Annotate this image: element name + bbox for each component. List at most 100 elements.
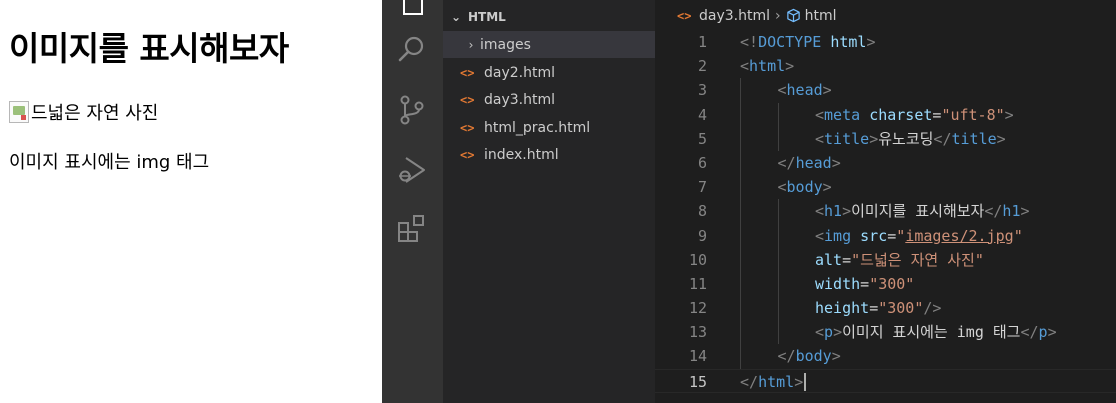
code-line[interactable]: 9 <img src="images/2.jpg"	[655, 223, 1116, 248]
code-line[interactable]: 4 <meta charset="uft-8">	[655, 102, 1116, 127]
code-line[interactable]: 8 <h1>이미지를 표시해보자</h1>	[655, 199, 1116, 224]
code-line[interactable]: 3 <head>	[655, 78, 1116, 103]
code-text: height="300"/>	[815, 296, 941, 320]
indent-guide	[777, 102, 779, 127]
tree-item-label: images	[480, 36, 531, 53]
broken-image-icon	[9, 101, 29, 123]
code-line[interactable]: 15 </html>	[655, 368, 1116, 394]
code-line[interactable]: 10 alt="드넓은 자연 사진"	[655, 247, 1116, 272]
line-number: 13	[688, 323, 707, 342]
code-token: <	[815, 129, 825, 148]
indent-guide	[740, 199, 741, 224]
code-text: </body>	[778, 344, 841, 368]
activity-bar	[382, 0, 443, 403]
code-line[interactable]: 1 <!DOCTYPE html>	[655, 30, 1116, 54]
code-line[interactable]: 5 <title>유노코딩</title>	[655, 126, 1116, 151]
chevron-right-icon: ›	[775, 7, 781, 24]
code-token: >	[833, 323, 843, 342]
indent-guide	[777, 296, 779, 321]
code-token: </	[1020, 323, 1039, 342]
code-line[interactable]: 2 <html>	[655, 54, 1116, 78]
code-token: DOCTYPE	[758, 33, 822, 51]
tree-item-label: day2.html	[484, 64, 555, 81]
tree-folder-images[interactable]: › images	[443, 31, 655, 58]
preview-heading: 이미지를 표시해보자	[9, 29, 289, 68]
indent-guide	[777, 320, 779, 345]
code-area[interactable]: 1 <!DOCTYPE html > 2 <html> 3 <head> 4 <meta cha…	[655, 30, 1116, 393]
tree-file-day3[interactable]: <> day3.html	[443, 86, 655, 113]
tree-file-day2[interactable]: <> day2.html	[443, 59, 655, 86]
broken-image: 드넓은 자연 사진	[9, 99, 158, 125]
code-token: 이미지 표시에는 img 태그	[842, 323, 1021, 342]
code-token: =	[842, 250, 852, 269]
preview-paragraph: 이미지 표시에는 img 태그	[9, 152, 210, 173]
indent-guide	[740, 320, 741, 345]
code-text: <html>	[740, 54, 794, 78]
indent-guide	[740, 175, 741, 200]
code-token: body	[795, 347, 832, 366]
line-number: 15	[688, 372, 707, 391]
code-line[interactable]: 6 </head>	[655, 150, 1116, 176]
browser-preview: 이미지를 표시해보자 드넓은 자연 사진 이미지 표시에는 img 태그	[0, 0, 382, 403]
code-token: </	[984, 202, 1003, 221]
line-number: 7	[697, 178, 707, 197]
code-token: >	[1004, 105, 1014, 124]
code-text: <head>	[778, 78, 832, 102]
code-token: "300"	[878, 299, 924, 318]
code-token: >	[831, 347, 841, 366]
code-line[interactable]: 7 <body>	[655, 175, 1116, 200]
code-token: p	[824, 323, 834, 342]
code-token: >	[842, 202, 852, 221]
code-line[interactable]: 11 width="300"	[655, 271, 1116, 297]
tree-file-index[interactable]: <> index.html	[443, 141, 655, 168]
chevron-down-icon: ⌄	[450, 10, 462, 24]
explorer-folder-header[interactable]: ⌄ HTML	[443, 6, 655, 28]
code-token: </	[933, 129, 952, 148]
code-text: <p>이미지 표시에는 img 태그</p>	[815, 320, 1057, 344]
code-token: >	[822, 178, 832, 197]
code-line[interactable]: 14 </body>	[655, 344, 1116, 369]
indent-guide	[740, 271, 741, 297]
source-control-icon[interactable]	[394, 92, 430, 128]
tree-file-html-prac[interactable]: <> html_prac.html	[443, 114, 655, 141]
code-token: =	[869, 299, 879, 318]
explorer-icon[interactable]	[394, 0, 430, 20]
code-token: </	[777, 347, 796, 366]
breadcrumb-file[interactable]: day3.html	[699, 8, 770, 24]
code-text: </html>	[740, 370, 807, 394]
breadcrumb-symbol[interactable]: html	[805, 8, 837, 24]
code-token: <	[777, 81, 787, 100]
symbol-cube-icon	[786, 8, 801, 23]
indent-guide	[740, 126, 741, 151]
html-file-icon: <>	[677, 8, 692, 23]
chevron-right-icon: ›	[468, 37, 474, 52]
code-text: alt="드넓은 자연 사진"	[815, 248, 984, 272]
code-token: head	[786, 81, 823, 100]
code-token: =	[887, 226, 897, 245]
html-file-icon: <>	[460, 92, 475, 107]
code-line[interactable]: 12 height="300"/>	[655, 296, 1116, 321]
code-token: "uft-8"	[941, 105, 1005, 124]
run-debug-icon[interactable]	[394, 152, 430, 188]
code-token: >	[996, 129, 1006, 148]
line-number: 14	[688, 347, 707, 366]
code-token: <	[815, 105, 825, 124]
code-token: 유노코딩	[878, 129, 934, 148]
code-token: =	[860, 274, 870, 293]
extensions-icon[interactable]	[394, 212, 430, 248]
code-token: <	[815, 226, 825, 245]
code-token: html	[830, 33, 867, 51]
code-token: >	[1020, 202, 1030, 221]
code-token: </	[777, 153, 796, 172]
code-token: alt	[815, 250, 843, 269]
search-icon[interactable]	[394, 32, 430, 68]
line-number: 1	[697, 33, 707, 51]
breadcrumb: <> day3.html › html	[655, 0, 1116, 31]
code-token: <!	[740, 33, 759, 51]
code-line[interactable]: 13 <p>이미지 표시에는 img 태그</p>	[655, 320, 1116, 345]
code-token: >	[794, 372, 804, 391]
indent-guide	[740, 150, 741, 176]
indent-guide	[740, 344, 741, 369]
